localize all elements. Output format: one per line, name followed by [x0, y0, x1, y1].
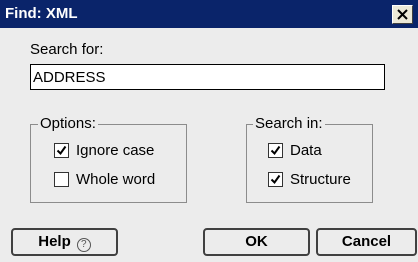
options-legend: Options:: [38, 115, 98, 133]
search-in-legend: Search in:: [253, 115, 325, 133]
checkmark-icon: [270, 174, 281, 185]
search-label: Search for:: [30, 41, 104, 58]
search-in-group: [246, 124, 373, 203]
help-button[interactable]: Help?: [11, 228, 118, 256]
data-label: Data: [290, 142, 322, 159]
cancel-button[interactable]: Cancel: [316, 228, 417, 256]
help-icon: ?: [76, 238, 91, 252]
close-button[interactable]: [392, 5, 413, 24]
options-group: [30, 124, 187, 203]
ignore-case-label: Ignore case: [76, 142, 155, 159]
whole-word-option[interactable]: Whole word: [54, 171, 179, 189]
close-icon: [397, 9, 408, 20]
find-dialog: Find: XML Search for: Options: Ignore ca…: [0, 0, 418, 262]
whole-word-checkbox[interactable]: [54, 172, 69, 187]
ignore-case-checkbox[interactable]: [54, 143, 69, 158]
window-title: Find: XML: [5, 5, 78, 22]
structure-option[interactable]: Structure: [268, 171, 363, 189]
checkmark-icon: [270, 145, 281, 156]
structure-checkbox[interactable]: [268, 172, 283, 187]
title-bar: Find: XML: [0, 0, 418, 28]
search-input[interactable]: [30, 64, 385, 90]
data-option[interactable]: Data: [268, 142, 363, 160]
ok-button[interactable]: OK: [203, 228, 310, 256]
help-label: Help: [38, 233, 71, 250]
whole-word-label: Whole word: [76, 171, 156, 188]
structure-label: Structure: [290, 171, 351, 188]
data-checkbox[interactable]: [268, 143, 283, 158]
checkmark-icon: [56, 145, 67, 156]
ignore-case-option[interactable]: Ignore case: [54, 142, 179, 160]
